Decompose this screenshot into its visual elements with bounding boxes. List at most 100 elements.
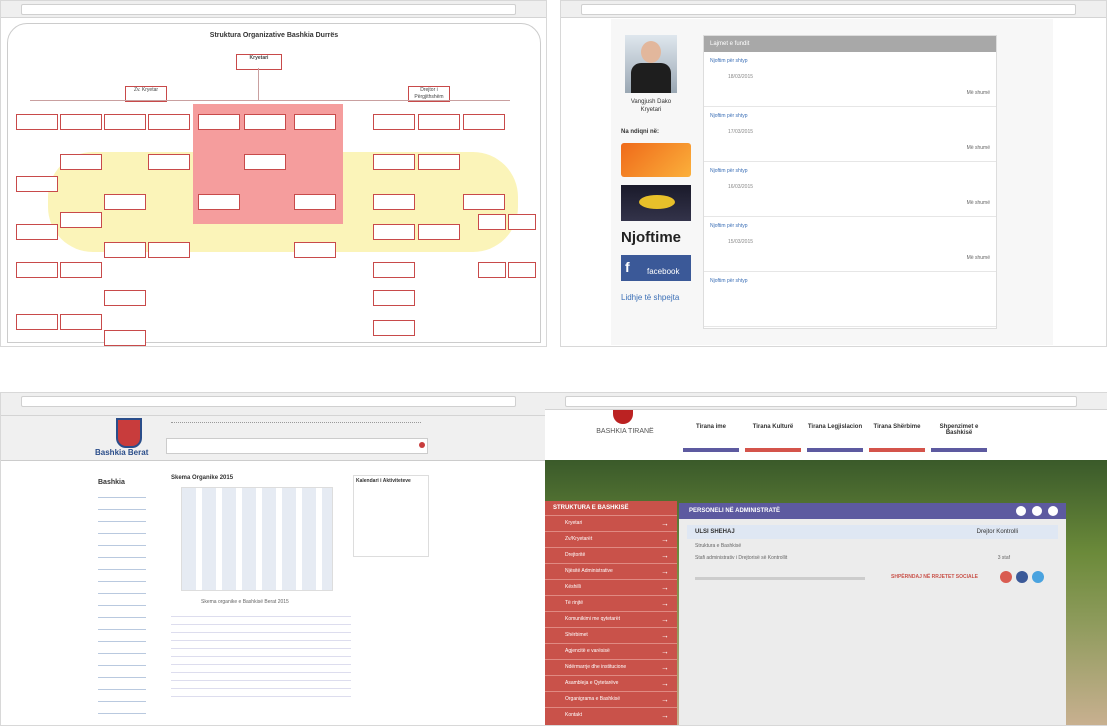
sidebar-links xyxy=(98,489,146,721)
nav-tab[interactable]: Tirana Legjislacion xyxy=(807,416,863,452)
org-node xyxy=(294,114,336,130)
chart-caption: Skema organike e Bashkisë Berat 2015 xyxy=(201,599,289,605)
news-title[interactable]: Njoftim për shtyp xyxy=(710,223,748,229)
arrow-right-icon: → xyxy=(661,631,669,640)
panel-header: PERSONELI NË ADMINISTRATË xyxy=(679,503,1066,519)
sidebar-item[interactable]: Ndërmarrje dhe institucione → xyxy=(545,659,677,675)
org-node xyxy=(373,154,415,170)
sidebar-item[interactable]: Organigrama e Bashkisë → xyxy=(545,691,677,707)
chart-title: Skema Organike 2015 xyxy=(171,475,234,481)
sidebar-header: STRUKTURA E BASHKISË xyxy=(553,505,629,511)
banner-ad-2[interactable] xyxy=(621,185,691,221)
quick-links[interactable]: Lidhje të shpejta xyxy=(621,293,679,302)
news-item[interactable]: Njoftim për shtyp xyxy=(704,272,996,327)
org-node xyxy=(463,194,505,210)
connector xyxy=(30,100,510,101)
org-node xyxy=(60,262,102,278)
panel-prev-icon[interactable] xyxy=(1016,506,1026,516)
news-item[interactable]: Njoftim për shtyp 18/03/2015 Më shumë xyxy=(704,52,996,107)
panel-close-icon[interactable] xyxy=(1048,506,1058,516)
org-node xyxy=(508,214,536,230)
nav-tab[interactable]: Shpenzimet e Bashkisë xyxy=(931,416,987,452)
arrow-right-icon: → xyxy=(661,647,669,656)
site-logo-text: Bashkia Berat xyxy=(95,448,149,457)
pane-municipality-news: Vangjush Dako Kryetari Na ndiqni në: Njo… xyxy=(560,0,1107,347)
follow-label: Na ndiqni në: xyxy=(621,129,659,135)
sidebar-item-label: Asambleja e Qytetarëve xyxy=(565,680,619,686)
nav-tab[interactable]: Tirana ime xyxy=(683,416,739,452)
facebook-icon[interactable] xyxy=(1016,571,1028,583)
sidebar-item[interactable]: Njësitë Administrative → xyxy=(545,563,677,579)
read-more-link[interactable]: Më shumë xyxy=(967,145,990,151)
pane-berat-site: Bashkia Berat Bashkia Skema Organike 201… xyxy=(0,392,547,726)
sidebar-item[interactable]: Shërbimet → xyxy=(545,627,677,643)
browser-toolbar xyxy=(1,1,546,18)
nav-tab[interactable]: Tirana Shërbime xyxy=(869,416,925,452)
site-header: Bashkia Berat xyxy=(1,416,546,461)
read-more-link[interactable]: Më shumë xyxy=(967,90,990,96)
sidebar-item[interactable]: Drejtoritë → xyxy=(545,547,677,563)
news-item[interactable]: Njoftim për shtyp 16/03/2015 Më shumë xyxy=(704,162,996,217)
staff-row-header[interactable]: ULSI SHEHAJ Drejtor Kontrolli xyxy=(687,525,1058,539)
org-node xyxy=(463,114,505,130)
news-title[interactable]: Njoftim për shtyp xyxy=(710,278,748,284)
org-node xyxy=(418,224,460,240)
nav-tab[interactable]: Tirana Kulturë xyxy=(745,416,801,452)
sidebar-item[interactable]: Kontakt → xyxy=(545,707,677,723)
share-label: SHPËRNDAJ NË RRJETET SOCIALE xyxy=(891,574,978,580)
news-item[interactable]: Njoftim për shtyp 15/03/2015 Më shumë xyxy=(704,217,996,272)
arrow-right-icon: → xyxy=(661,711,669,720)
sidebar-item[interactable]: Të rinjtë → xyxy=(545,595,677,611)
arrow-right-icon: → xyxy=(661,615,669,624)
news-item[interactable]: Njoftim për shtyp 17/03/2015 Më shumë xyxy=(704,107,996,162)
news-title[interactable]: Njoftim për shtyp xyxy=(710,58,748,64)
site-header: BASHKIA TIRANË Tirana ime Tirana Kulturë T… xyxy=(545,410,1107,460)
address-bar[interactable] xyxy=(581,4,1076,15)
sidebar-item-label: Të rinjtë xyxy=(565,600,584,606)
sidebar-item[interactable]: Agjencitë e varësisë → xyxy=(545,643,677,659)
sidebar-item[interactable]: Këshilli → xyxy=(545,579,677,595)
org-node xyxy=(373,290,415,306)
sidebar-item-label: Agjencitë e varësisë xyxy=(565,648,610,654)
facebook-banner[interactable]: f facebook xyxy=(621,255,691,281)
sidebar-item[interactable]: Zv/Kryetarët → xyxy=(545,531,677,547)
read-more-link[interactable]: Më shumë xyxy=(967,255,990,261)
browser-toolbar xyxy=(561,1,1106,18)
staff-subheading: Struktura e Bashkisë xyxy=(695,543,742,549)
panel-title: PERSONELI NË ADMINISTRATË xyxy=(689,508,781,514)
search-bar[interactable] xyxy=(166,438,428,454)
page-content: Vangjush Dako Kryetari Na ndiqni në: Njo… xyxy=(611,19,1053,345)
staff-detail-row[interactable]: Stafi administrativ i Drejtorisë së Kont… xyxy=(695,555,1050,561)
google-plus-icon[interactable] xyxy=(1000,571,1012,583)
sidebar-item[interactable]: Komunikimi me qytetarët → xyxy=(545,611,677,627)
njoftime-logo[interactable]: Njoftime xyxy=(621,229,681,246)
top-menu xyxy=(171,422,421,429)
sidebar-item-label: Zv/Kryetarët xyxy=(565,536,593,542)
panel-next-icon[interactable] xyxy=(1032,506,1042,516)
sidebar-item[interactable]: Kryetari → xyxy=(545,515,677,531)
read-more-link[interactable]: Më shumë xyxy=(967,200,990,206)
sidebar-item-label: Drejtoritë xyxy=(565,552,586,558)
org-node xyxy=(104,242,146,258)
org-node xyxy=(60,314,102,330)
sidebar-menu: STRUKTURA E BASHKISË Kryetari → Zv/Kryetar… xyxy=(545,501,677,725)
org-node xyxy=(508,262,536,278)
org-node xyxy=(60,114,102,130)
search-icon[interactable] xyxy=(419,442,425,448)
twitter-icon[interactable] xyxy=(1032,571,1044,583)
address-bar[interactable] xyxy=(21,396,516,407)
address-bar[interactable] xyxy=(21,4,516,15)
calendar-widget[interactable]: Kalendari i Aktiviteteve xyxy=(353,475,429,557)
news-title[interactable]: Njoftim për shtyp xyxy=(710,168,748,174)
org-node xyxy=(16,114,58,130)
arrow-right-icon: → xyxy=(661,551,669,560)
org-node xyxy=(418,154,460,170)
banner-ad-1[interactable] xyxy=(621,143,691,177)
sidebar-item[interactable]: Asambleja e Qytetarëve → xyxy=(545,675,677,691)
arrow-right-icon: → xyxy=(661,519,669,528)
address-bar[interactable] xyxy=(565,396,1077,407)
org-node xyxy=(198,194,240,210)
sidebar-title: Bashkia xyxy=(98,479,125,486)
news-title[interactable]: Njoftim për shtyp xyxy=(710,113,748,119)
org-node xyxy=(104,194,146,210)
